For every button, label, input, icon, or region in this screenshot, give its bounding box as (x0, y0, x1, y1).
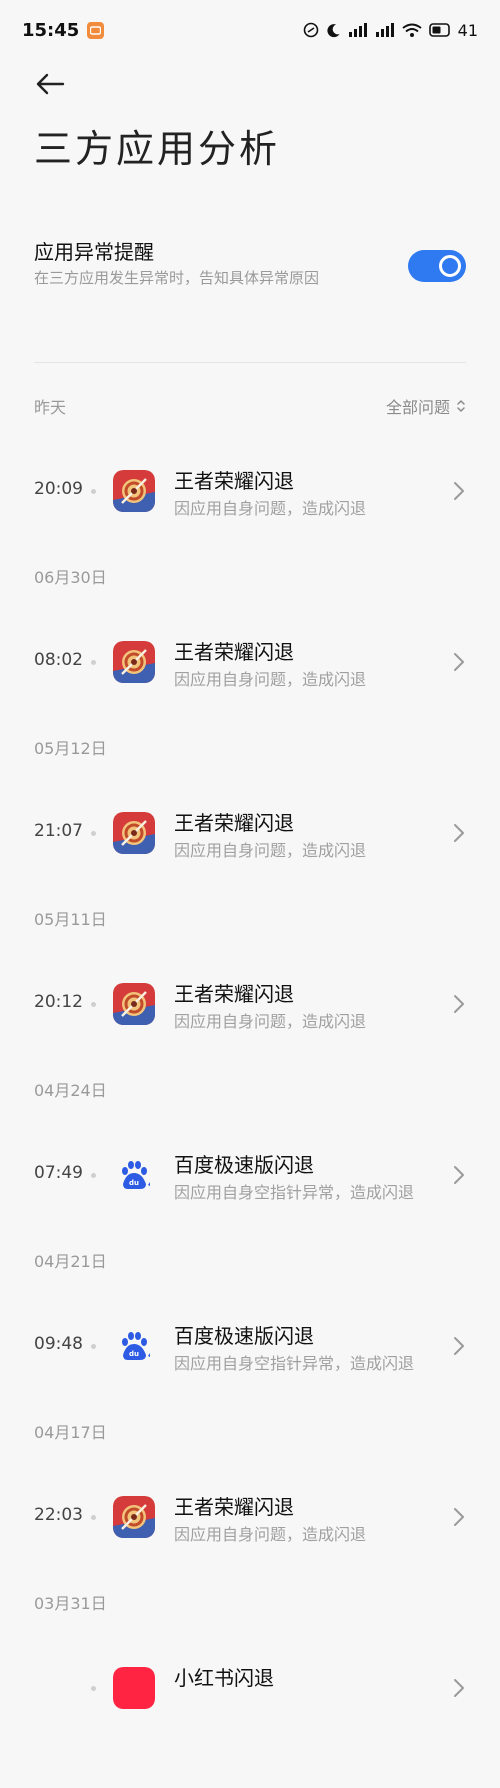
date-header: 05月11日 (34, 910, 107, 929)
crash-reason: 因应用自身空指针异常，造成闪退 (174, 1183, 415, 1202)
crash-time: 21:07 (34, 821, 83, 841)
crash-title: 百度极速版闪退 (174, 1324, 314, 1348)
date-header: 04月24日 (34, 1081, 107, 1100)
chevron-right-icon (452, 1335, 466, 1357)
back-button[interactable] (34, 68, 66, 100)
crash-entry: 21:07 王者荣耀闪退因应用自身问题，造成闪退 05月11日 (0, 762, 500, 933)
battery-icon (428, 23, 451, 37)
honor-of-kings-icon (113, 470, 155, 512)
crash-time: 08:02 (34, 650, 83, 670)
moon-icon (326, 23, 341, 38)
timeline-dot (91, 1515, 96, 1520)
crash-reason: 因应用自身空指针异常，造成闪退 (174, 1354, 415, 1373)
honor-of-kings-icon (113, 1496, 155, 1538)
crash-time: 20:09 (34, 479, 83, 499)
filter-row: 昨天 全部问题 (34, 394, 466, 418)
status-time: 15:45 (22, 19, 80, 41)
chevron-right-icon (452, 1506, 466, 1528)
honor-of-kings-icon (113, 812, 155, 854)
toggle-knob (439, 255, 461, 277)
honor-of-kings-icon (113, 641, 155, 683)
crash-time: 20:12 (34, 992, 83, 1012)
chevron-right-icon (452, 1677, 466, 1699)
timeline-dot (91, 831, 96, 836)
status-bar: 15:45 41 (0, 0, 500, 60)
crash-title: 王者荣耀闪退 (174, 640, 294, 664)
link-icon (303, 22, 319, 38)
crash-list-item[interactable]: 小红书闪退 (0, 1657, 500, 1719)
filter-label: 全部问题 (385, 398, 450, 417)
battery-level: 41 (457, 20, 478, 40)
page-title: 三方应用分析 (34, 127, 281, 171)
chevron-right-icon (452, 993, 466, 1015)
baidu-icon: du (113, 1154, 155, 1196)
chevron-right-icon (452, 822, 466, 844)
problem-filter-dropdown[interactable]: 全部问题 (386, 394, 466, 418)
xiaohongshu-icon (113, 1667, 155, 1709)
crash-entry: 09:48 du 百度极速版闪退因应用自身空指针异常，造成闪退 04月17日 (0, 1275, 500, 1446)
sort-updown-icon (457, 400, 465, 412)
crash-list-item[interactable]: 09:48 du 百度极速版闪退因应用自身空指针异常，造成闪退 (0, 1315, 500, 1377)
chevron-right-icon (452, 480, 466, 502)
chevron-right-icon (452, 651, 466, 673)
crash-reason: 因应用自身问题，造成闪退 (174, 499, 367, 518)
crash-title: 小红书闪退 (174, 1666, 274, 1690)
crash-time: 09:48 (34, 1334, 83, 1354)
back-arrow-icon (36, 73, 65, 95)
signal-icon (348, 23, 368, 37)
crash-reason: 因应用自身问题，造成闪退 (174, 1012, 367, 1031)
crash-time: 07:49 (34, 1163, 83, 1183)
date-header: 06月30日 (34, 568, 107, 587)
crash-list-item[interactable]: 07:49 du 百度极速版闪退因应用自身空指针异常，造成闪退 (0, 1144, 500, 1206)
abnormal-alert-setting: 应用异常提醒 在三方应用发生异常时，告知具体异常原因 (34, 236, 466, 296)
crash-title: 王者荣耀闪退 (174, 1495, 294, 1519)
crash-reason: 因应用自身问题，造成闪退 (174, 1525, 367, 1544)
date-header: 04月21日 (34, 1252, 107, 1271)
timeline-dot (91, 1173, 96, 1178)
honor-of-kings-icon (113, 983, 155, 1025)
crash-list-item[interactable]: 21:07 王者荣耀闪退因应用自身问题，造成闪退 (0, 802, 500, 864)
crash-entry: 20:12 王者荣耀闪退因应用自身问题，造成闪退 04月24日 (0, 933, 500, 1104)
timeline-dot (91, 489, 96, 494)
chevron-right-icon (452, 1164, 466, 1186)
crash-title: 王者荣耀闪退 (174, 982, 294, 1006)
crash-list-item[interactable]: 20:12 王者荣耀闪退因应用自身问题，造成闪退 (0, 973, 500, 1035)
abnormal-alert-toggle[interactable] (408, 250, 466, 282)
timeline-dot (91, 1002, 96, 1007)
crash-time: 22:03 (34, 1505, 83, 1525)
crash-entry: 22:03 王者荣耀闪退因应用自身问题，造成闪退 03月31日 (0, 1446, 500, 1617)
crash-entry: 08:02 王者荣耀闪退因应用自身问题，造成闪退 05月12日 (0, 591, 500, 762)
crash-title: 百度极速版闪退 (174, 1153, 314, 1177)
crash-title: 王者荣耀闪退 (174, 469, 294, 493)
svg-text:du: du (129, 1179, 139, 1187)
timeline-dot (91, 1686, 96, 1691)
crash-list-item[interactable]: 22:03 王者荣耀闪退因应用自身问题，造成闪退 (0, 1486, 500, 1548)
divider (34, 362, 466, 363)
svg-text:du: du (129, 1350, 139, 1358)
wifi-icon (402, 23, 422, 38)
crash-title: 王者荣耀闪退 (174, 811, 294, 835)
crash-reason: 因应用自身问题，造成闪退 (174, 841, 367, 860)
timeline-dot (91, 1344, 96, 1349)
setting-description: 在三方应用发生异常时，告知具体异常原因 (34, 269, 320, 287)
crash-entry: 小红书闪退 (0, 1617, 500, 1788)
crash-list-item[interactable]: 20:09 王者荣耀闪退因应用自身问题，造成闪退 (0, 460, 500, 522)
notification-app-icon (87, 21, 105, 39)
baidu-icon: du (113, 1325, 155, 1367)
crash-entry: 07:49 du 百度极速版闪退因应用自身空指针异常，造成闪退 04月21日 (0, 1104, 500, 1275)
crash-reason: 因应用自身问题，造成闪退 (174, 670, 367, 689)
date-header: 03月31日 (34, 1594, 107, 1613)
status-icons: 41 (303, 21, 478, 40)
crash-list-item[interactable]: 08:02 王者荣耀闪退因应用自身问题，造成闪退 (0, 631, 500, 693)
setting-title: 应用异常提醒 (34, 240, 154, 264)
timeline-dot (91, 660, 96, 665)
signal-icon-2 (375, 23, 395, 37)
date-header: 05月12日 (34, 739, 107, 758)
crash-entry: 20:09 王者荣耀闪退因应用自身问题，造成闪退 06月30日 (0, 420, 500, 591)
crash-list: 20:09 王者荣耀闪退 因应用自身问题，造成闪退 06月30日 08:02 王者 (0, 420, 500, 1788)
status-left: 15:45 (22, 19, 105, 41)
date-header: 昨天 (34, 398, 67, 417)
date-header: 04月17日 (34, 1423, 107, 1442)
